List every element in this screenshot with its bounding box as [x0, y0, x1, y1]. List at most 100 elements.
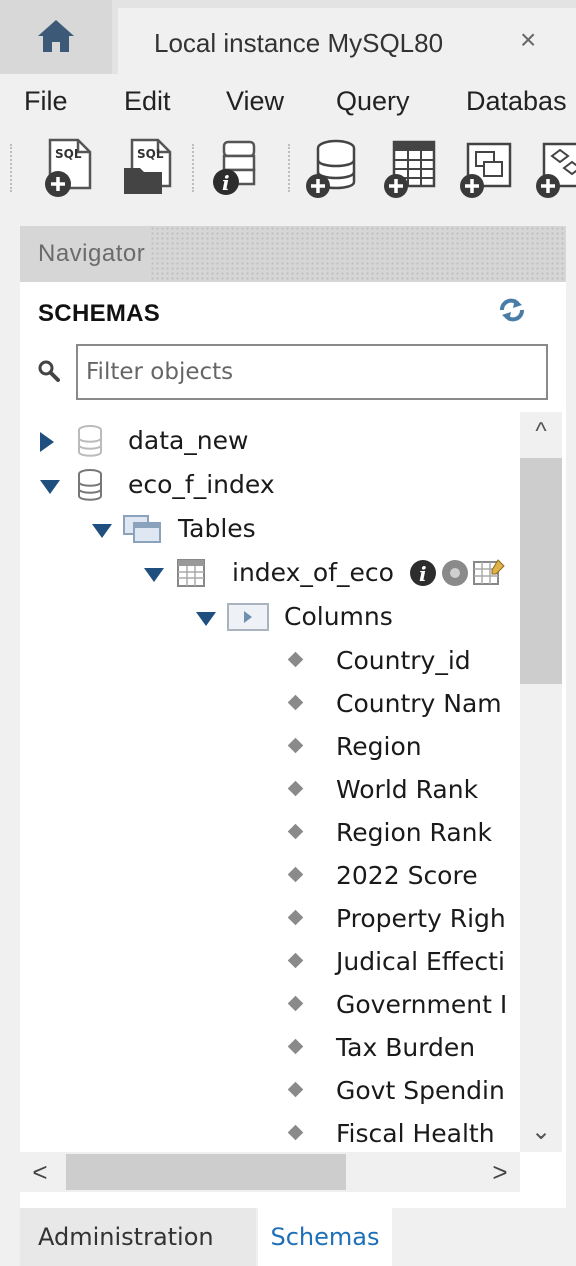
column-item[interactable]: Fiscal Health	[20, 1115, 520, 1152]
connection-tab-title: Local instance MySQL80	[154, 28, 444, 58]
column-item[interactable]: Country Nam	[20, 685, 520, 725]
menu-file[interactable]: File	[24, 86, 68, 117]
refresh-icon[interactable]	[498, 298, 526, 322]
column-name: Country_id	[336, 646, 471, 675]
tab-bar: Local instance MySQL80 ×	[0, 0, 576, 74]
open-sql-script-icon[interactable]: SQL	[118, 136, 182, 200]
schemas-title: SCHEMAS	[38, 300, 161, 327]
schema-name: data_new	[128, 426, 249, 455]
database-icon	[78, 469, 102, 501]
tree-node-data-new[interactable]: data_new	[20, 422, 520, 462]
column-icon	[287, 651, 304, 668]
vertical-scrollbar[interactable]: ^ ⌄	[520, 412, 562, 1152]
tree-node-table[interactable]: index_of_eco i	[20, 554, 520, 594]
column-name: Tax Burden	[336, 1033, 476, 1062]
scroll-down-button[interactable]: ⌄	[520, 1112, 562, 1152]
scroll-right-button[interactable]: >	[480, 1152, 520, 1192]
schema-tree: data_new eco_f_index Tables index_of_eco…	[20, 412, 520, 1152]
create-view-icon[interactable]	[454, 136, 518, 200]
column-icon	[287, 694, 304, 711]
toolbar-separator	[288, 144, 292, 192]
table-info-icon[interactable]: i	[408, 558, 438, 588]
create-schema-icon[interactable]	[300, 136, 364, 200]
schemas-panel: SCHEMAS data_new e	[20, 282, 566, 1208]
sql-badge-text: SQL	[55, 147, 82, 161]
scroll-left-button[interactable]: <	[20, 1152, 60, 1192]
menu-view[interactable]: View	[226, 86, 284, 117]
scroll-up-button[interactable]: ^	[520, 412, 562, 452]
collapse-arrow-icon[interactable]	[40, 480, 60, 494]
tab-schemas[interactable]: Schemas	[258, 1208, 392, 1266]
column-name: World Rank	[336, 775, 479, 804]
columns-folder-icon	[227, 603, 269, 631]
table-settings-icon[interactable]	[440, 558, 470, 588]
search-icon	[38, 360, 60, 382]
horizontal-scrollbar[interactable]: < >	[20, 1152, 520, 1192]
toolbar: SQL SQL i	[0, 130, 576, 210]
tables-folder-icon	[123, 515, 161, 543]
column-icon	[287, 909, 304, 926]
column-item[interactable]: Judical Effecti	[20, 943, 520, 983]
column-name: Fiscal Health	[336, 1119, 495, 1148]
column-item[interactable]: Government I	[20, 986, 520, 1026]
column-name: Judical Effecti	[336, 947, 505, 976]
column-name: Property Righ	[336, 904, 506, 933]
connection-tab[interactable]: Local instance MySQL80 ×	[118, 8, 576, 74]
close-tab-button[interactable]: ×	[520, 24, 536, 56]
column-item[interactable]: Tax Burden	[20, 1029, 520, 1069]
column-name: Govt Spendin	[336, 1076, 505, 1105]
column-icon	[287, 952, 304, 969]
column-icon	[287, 737, 304, 754]
expand-arrow-icon[interactable]	[40, 432, 54, 452]
create-procedure-icon[interactable]	[530, 136, 576, 200]
column-name: Government I	[336, 990, 508, 1019]
table-data-icon[interactable]	[472, 558, 506, 588]
collapse-arrow-icon[interactable]	[92, 524, 112, 538]
column-item[interactable]: Country_id	[20, 642, 520, 682]
collapse-arrow-icon[interactable]	[144, 568, 164, 582]
column-item[interactable]: Region Rank	[20, 814, 520, 854]
tree-node-columns[interactable]: Columns	[20, 598, 520, 638]
column-icon	[287, 995, 304, 1012]
table-icon	[177, 559, 205, 587]
table-name: index_of_eco	[232, 558, 394, 587]
filter-objects-input[interactable]	[76, 344, 548, 400]
database-icon	[78, 425, 102, 457]
column-name: Region	[336, 732, 422, 761]
tree-node-eco-f-index[interactable]: eco_f_index	[20, 466, 520, 506]
column-item[interactable]: World Rank	[20, 771, 520, 811]
tables-label: Tables	[178, 514, 256, 543]
toolbar-separator	[192, 144, 196, 192]
horizontal-scroll-thumb[interactable]	[66, 1154, 346, 1190]
collapse-arrow-icon[interactable]	[196, 612, 216, 626]
bottom-tab-bar: Administration Schemas	[0, 1208, 576, 1266]
column-icon	[287, 1124, 304, 1141]
menu-database[interactable]: Databas	[466, 86, 567, 117]
schema-inspector-icon[interactable]: i	[204, 136, 268, 200]
tab-administration[interactable]: Administration	[20, 1208, 256, 1266]
new-sql-tab-icon[interactable]: SQL	[40, 136, 104, 200]
column-icon	[287, 1081, 304, 1098]
column-icon	[287, 780, 304, 797]
column-item[interactable]: Govt Spendin	[20, 1072, 520, 1112]
svg-text:i: i	[222, 171, 230, 195]
column-item[interactable]: 2022 Score	[20, 857, 520, 897]
menu-edit[interactable]: Edit	[124, 86, 171, 117]
column-item[interactable]: Region	[20, 728, 520, 768]
column-name: Region Rank	[336, 818, 492, 847]
menu-bar: File Edit View Query Databas	[0, 74, 576, 130]
column-name: 2022 Score	[336, 861, 478, 890]
home-tab[interactable]	[0, 0, 112, 74]
navigator-title: Navigator	[20, 226, 150, 282]
create-table-icon[interactable]	[378, 136, 442, 200]
column-icon	[287, 1038, 304, 1055]
column-icon	[287, 866, 304, 883]
svg-text:i: i	[419, 562, 427, 586]
column-icon	[287, 823, 304, 840]
vertical-scroll-thumb[interactable]	[520, 458, 562, 684]
tree-node-tables[interactable]: Tables	[20, 510, 520, 550]
navigator-header: Navigator	[20, 226, 566, 282]
schema-name: eco_f_index	[128, 470, 275, 499]
menu-query[interactable]: Query	[336, 86, 410, 117]
column-item[interactable]: Property Righ	[20, 900, 520, 940]
